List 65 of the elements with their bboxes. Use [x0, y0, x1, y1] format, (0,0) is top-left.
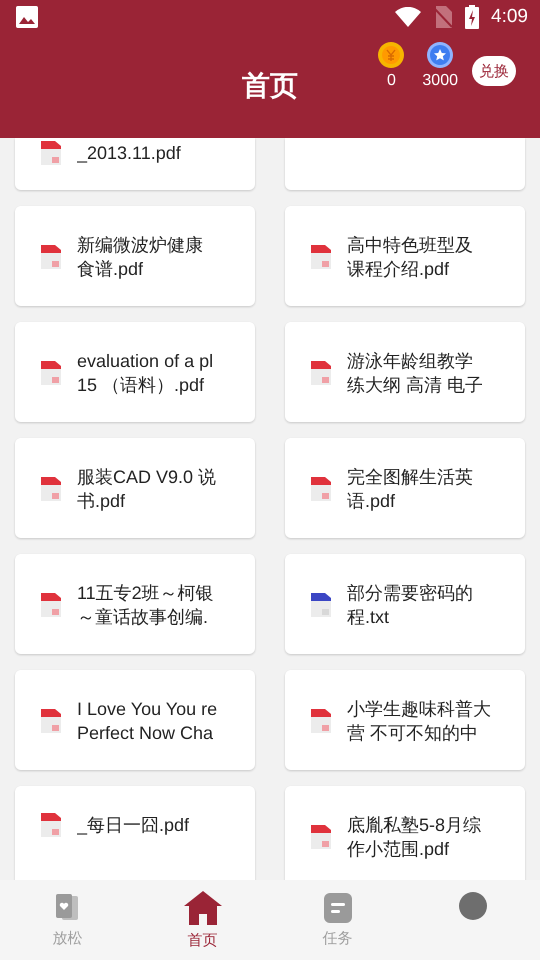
home-icon: [184, 890, 222, 924]
file-icon: [311, 245, 331, 269]
file-name: 底胤私塾5-8月综: [347, 814, 482, 837]
file-icon: [41, 813, 61, 837]
file-name: 服装CAD V9.0 说: [77, 466, 218, 489]
file-card[interactable]: evaluation of a pl 15 （语料）.pdf: [15, 322, 255, 422]
file-card[interactable]: 高中特色班型及 课程介绍.pdf: [285, 206, 525, 306]
file-name: 食谱.pdf: [77, 258, 144, 281]
file-card[interactable]: 小学生趣味科普大 营 不可不知的中: [285, 670, 525, 770]
file-icon: [311, 593, 331, 617]
file-icon: [41, 245, 61, 269]
nav-tab[interactable]: 首页: [135, 880, 270, 960]
file-name: 部分需要密码的: [347, 582, 474, 605]
avatar-icon: [458, 892, 486, 920]
file-icon: [41, 593, 61, 617]
wifi-icon: [395, 7, 422, 27]
file-name: 作小范围.pdf: [347, 838, 450, 861]
file-icon: [311, 361, 331, 385]
star-coin-icon: [427, 42, 454, 68]
file-name: evaluation of a pl: [77, 350, 214, 373]
coin-count: 3000: [422, 72, 458, 90]
file-card[interactable]: 游泳年龄组教学 练大纲 高清 电子: [285, 322, 525, 422]
file-icon: [311, 825, 331, 849]
file-card[interactable]: 服装CAD V9.0 说 书.pdf: [15, 438, 255, 538]
file-name: 高中特色班型及: [347, 234, 474, 257]
file-card[interactable]: 11五专2班～柯银 ～童话故事创编.: [15, 554, 255, 654]
file-name: 练大纲 高清 电子: [347, 374, 484, 397]
file-name: _2013.11.pdf: [77, 142, 182, 165]
file-name: ～童话故事创编.: [77, 606, 210, 629]
battery-icon: [465, 5, 480, 29]
file-icon: [41, 141, 61, 165]
file-name: 小学生趣味科普大: [347, 698, 492, 721]
file-icon: [311, 477, 331, 501]
file-name: I Love You You re: [77, 698, 218, 721]
no-sim-icon: [433, 6, 454, 28]
file-name: 11五专2班～柯银: [77, 582, 215, 605]
file-card[interactable]: 部分需要密码的 程.txt: [285, 554, 525, 654]
coin-count: 0: [386, 72, 396, 90]
exchange-button[interactable]: 兑换: [472, 56, 516, 86]
task-icon: [324, 892, 352, 922]
file-icon: [41, 361, 61, 385]
file-name: 15 （语料）.pdf: [77, 374, 206, 397]
picture-icon: [16, 6, 38, 28]
file-name: 书.pdf: [77, 490, 126, 513]
file-card[interactable]: 新编微波炉健康 食谱.pdf: [15, 206, 255, 306]
file-name: 游泳年龄组教学: [347, 350, 474, 373]
file-icon: [41, 709, 61, 733]
page-title: 首页: [242, 68, 298, 104]
file-card[interactable]: 底胤私塾5-8月综 作小范围.pdf: [285, 786, 525, 880]
file-name: 语.pdf: [347, 490, 396, 513]
file-icon: [41, 477, 61, 501]
file-name: _每日一囧.pdf: [77, 814, 190, 837]
file-card[interactable]: _每日一囧.pdf: [15, 786, 255, 880]
file-name: 新编微波炉健康: [77, 234, 204, 257]
file-name: 完全图解生活英: [347, 466, 474, 489]
file-card[interactable]: _2013.11.pdf: [15, 138, 255, 190]
file-name: 课程介绍.pdf: [347, 258, 450, 281]
file-name: Perfect Now Cha: [77, 722, 214, 745]
file-name: 营 不可不知的中: [347, 722, 480, 745]
file-card[interactable]: I Love You You re Perfect Now Cha: [15, 670, 255, 770]
coin-icon: [378, 42, 404, 68]
file-card[interactable]: 完全图解生活英 语.pdf: [285, 438, 525, 538]
file-name: 程.txt: [347, 606, 390, 629]
status-time: 4:09: [491, 6, 528, 28]
file-icon: [311, 709, 331, 733]
